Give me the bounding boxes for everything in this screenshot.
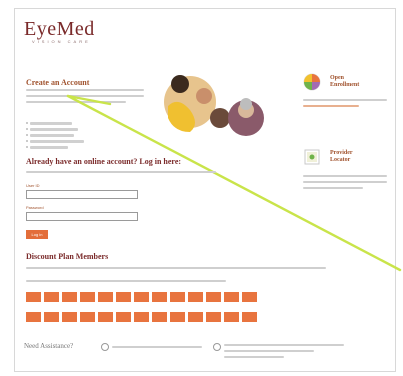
letter-button[interactable]: [242, 312, 257, 322]
user-id-label: User ID: [26, 183, 40, 188]
open-enrollment-title[interactable]: Open Enrollment: [330, 75, 374, 89]
letter-button[interactable]: [116, 292, 131, 302]
letter-button[interactable]: [152, 292, 167, 302]
discount-heading: Discount Plan Members: [26, 252, 109, 261]
password-field[interactable]: [26, 212, 138, 221]
email-icon: [213, 343, 221, 351]
footer-text-line: [224, 344, 344, 346]
footer-text-line: [224, 350, 314, 352]
letter-button[interactable]: [206, 292, 221, 302]
letter-button[interactable]: [170, 312, 185, 322]
letter-button[interactable]: [62, 312, 77, 322]
provider-locator-icon: [304, 149, 320, 165]
letter-buttons-row-2: [26, 312, 257, 322]
letter-button[interactable]: [206, 312, 221, 322]
phone-icon: [101, 343, 109, 351]
letter-button[interactable]: [224, 292, 239, 302]
letter-button[interactable]: [134, 292, 149, 302]
side-text-line: [303, 99, 387, 101]
letter-button[interactable]: [170, 292, 185, 302]
letter-button[interactable]: [242, 292, 257, 302]
open-enrollment-icon: [303, 73, 321, 91]
side-text-line: [303, 105, 359, 107]
footer-text-line: [224, 356, 284, 358]
letter-button[interactable]: [152, 312, 167, 322]
provider-locator-title[interactable]: Provider Locator: [330, 150, 374, 164]
login-text-line: [26, 171, 216, 173]
user-id-field[interactable]: [26, 190, 138, 199]
side-text-line: [303, 175, 387, 177]
letter-button[interactable]: [188, 312, 203, 322]
letter-button[interactable]: [26, 292, 41, 302]
side-text-line: [303, 187, 363, 189]
side-text-line: [303, 181, 387, 183]
letter-button[interactable]: [26, 312, 41, 322]
letter-button[interactable]: [188, 292, 203, 302]
login-button[interactable]: Log in: [26, 230, 48, 239]
letter-button[interactable]: [62, 292, 77, 302]
letter-button[interactable]: [116, 312, 131, 322]
password-label: Password: [26, 205, 44, 210]
letter-button[interactable]: [80, 292, 95, 302]
login-heading: Already have an online account? Log in h…: [26, 157, 182, 166]
letter-button[interactable]: [44, 312, 59, 322]
footer-text-line: [112, 346, 202, 348]
discount-text-line: [26, 267, 326, 269]
letter-button[interactable]: [98, 312, 113, 322]
discount-text-line: [26, 280, 226, 282]
letter-button[interactable]: [98, 292, 113, 302]
letter-buttons-row-1: [26, 292, 257, 302]
need-assistance-label: Need Assistance?: [24, 342, 74, 350]
letter-button[interactable]: [80, 312, 95, 322]
letter-button[interactable]: [134, 312, 149, 322]
letter-button[interactable]: [224, 312, 239, 322]
letter-button[interactable]: [44, 292, 59, 302]
